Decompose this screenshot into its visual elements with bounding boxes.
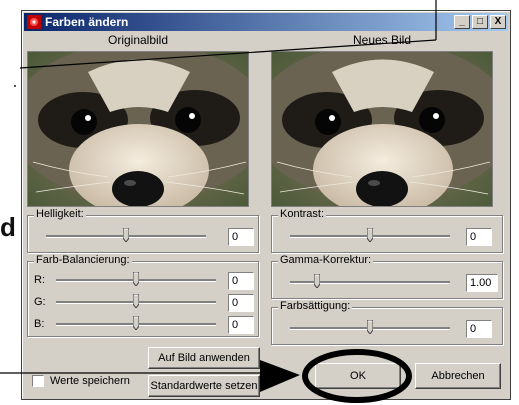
brightness-label: Helligkeit: (34, 208, 86, 220)
red-slider-thumb[interactable] (132, 271, 140, 287)
saturation-slider-row: 0 (278, 319, 498, 338)
dialog-window: Farben ändern _ □ X Originalbild Neues B… (21, 10, 511, 400)
save-values-option[interactable]: Werte speichern (32, 375, 130, 387)
apply-to-image-button[interactable]: Auf Bild anwenden (148, 347, 260, 369)
cancel-button[interactable]: Abbrechen (415, 363, 501, 389)
brightness-group: Helligkeit: 0 (27, 208, 259, 253)
gamma-value-field[interactable]: 1.00 (466, 274, 498, 292)
original-image-label: Originalbild (107, 33, 169, 47)
blue-slider-thumb[interactable] (132, 315, 140, 331)
gamma-group: Gamma-Korrektur: 1.00 (271, 254, 503, 299)
green-slider-thumb[interactable] (132, 293, 140, 309)
minimize-button[interactable]: _ (454, 15, 470, 29)
green-label: G: (34, 296, 46, 308)
green-slider-row: G: 0 (34, 293, 254, 312)
contrast-label: Kontrast: (278, 208, 327, 220)
save-values-checkbox[interactable] (32, 375, 44, 387)
blue-value-field[interactable]: 0 (228, 316, 254, 334)
contrast-value-field[interactable]: 0 (466, 228, 492, 246)
red-value-field[interactable]: 0 (228, 272, 254, 290)
close-button[interactable]: X (490, 15, 506, 29)
green-value-field[interactable]: 0 (228, 294, 254, 312)
set-defaults-button[interactable]: Standardwerte setzen (148, 375, 260, 397)
gamma-slider-row: 1.00 (278, 273, 498, 292)
saturation-group: Farbsättigung: 0 (271, 300, 503, 345)
saturation-label: Farbsättigung: (278, 300, 353, 312)
title-bar[interactable]: Farben ändern _ □ X (24, 13, 508, 31)
save-values-label: Werte speichern (50, 375, 130, 387)
brightness-value-field[interactable]: 0 (228, 228, 254, 246)
saturation-value-field[interactable]: 0 (466, 320, 492, 338)
page-text-fragment: d (0, 212, 16, 242)
maximize-button[interactable]: □ (472, 15, 488, 29)
red-slider-row: R: 0 (34, 271, 254, 290)
color-balance-label: Farb-Balancierung: (34, 254, 132, 266)
palette-icon (27, 15, 41, 29)
blue-slider-row: B: 0 (34, 315, 254, 334)
original-image (27, 51, 249, 207)
new-image-label: Neues Bild (352, 33, 412, 47)
gamma-slider-thumb[interactable] (313, 273, 321, 289)
ok-button[interactable]: OK (315, 363, 401, 389)
saturation-slider-thumb[interactable] (366, 319, 374, 335)
preview-image (271, 51, 493, 207)
page-speck (14, 85, 16, 87)
contrast-slider-thumb[interactable] (366, 227, 374, 243)
red-label: R: (34, 274, 45, 286)
contrast-slider-row: 0 (278, 227, 498, 246)
color-balance-group: Farb-Balancierung: R: 0 G: 0 B: 0 (27, 254, 259, 337)
brightness-slider-thumb[interactable] (122, 227, 130, 243)
contrast-group: Kontrast: 0 (271, 208, 503, 253)
brightness-slider-row: 0 (34, 227, 254, 246)
gamma-label: Gamma-Korrektur: (278, 254, 374, 266)
window-title: Farben ändern (45, 15, 129, 29)
blue-label: B: (34, 318, 45, 330)
